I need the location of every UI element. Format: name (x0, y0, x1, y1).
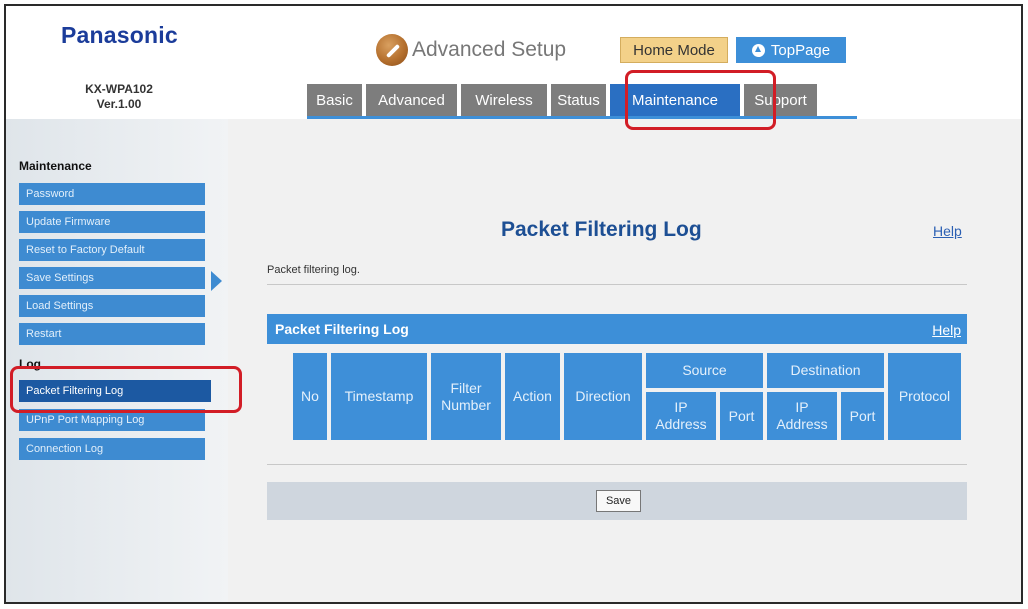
divider (267, 284, 967, 285)
play-arrow-icon (211, 271, 222, 291)
sidebar-heading-maintenance: Maintenance (19, 159, 92, 173)
tab-status[interactable]: Status (551, 84, 606, 116)
header: Panasonic KX-WPA102 Ver.1.00 Advanced Se… (6, 6, 1021, 119)
sidebar: Maintenance Password Update Firmware Res… (6, 119, 228, 602)
table-title: Packet Filtering Log (275, 321, 409, 337)
highlight-maintenance-tab (625, 70, 776, 130)
help-link[interactable]: Help (933, 223, 962, 239)
sidebar-item-restart[interactable]: Restart (19, 323, 205, 345)
sidebar-item-save-settings[interactable]: Save Settings (19, 267, 205, 289)
tab-basic[interactable]: Basic (307, 84, 362, 116)
model-name: KX-WPA102 (85, 82, 153, 96)
header-title: Advanced Setup (412, 38, 567, 61)
column-header-protocol: Protocol (888, 353, 961, 440)
sidebar-item-password[interactable]: Password (19, 183, 205, 205)
wrench-icon (376, 34, 408, 66)
column-header-source-port: Port (720, 392, 763, 440)
column-header-direction: Direction (564, 353, 642, 440)
save-button[interactable]: Save (596, 490, 641, 512)
sidebar-item-reset-factory-default[interactable]: Reset to Factory Default (19, 239, 205, 261)
sidebar-item-connection-log[interactable]: Connection Log (19, 438, 205, 460)
model-info: KX-WPA102 Ver.1.00 (64, 82, 174, 112)
column-header-filter-number: Filter Number (431, 353, 501, 440)
column-header-no: No (293, 353, 327, 440)
table-title-bar: Packet Filtering Log Help (267, 314, 967, 344)
column-header-destination: Destination (767, 353, 884, 388)
column-header-destination-ip: IP Address (767, 392, 837, 440)
brand-logo: Panasonic (61, 22, 178, 48)
table-help-link[interactable]: Help (932, 322, 961, 338)
page-heading: Advanced Setup (376, 33, 566, 67)
column-header-timestamp: Timestamp (331, 353, 427, 440)
column-header-source: Source (646, 353, 763, 388)
page-description: Packet filtering log. (267, 264, 360, 276)
screenshot-frame: Panasonic KX-WPA102 Ver.1.00 Advanced Se… (4, 4, 1023, 604)
top-page-label: TopPage (770, 41, 831, 59)
sidebar-item-load-settings[interactable]: Load Settings (19, 295, 205, 317)
page-title: Packet Filtering Log (501, 218, 702, 241)
home-mode-button[interactable]: Home Mode (620, 37, 728, 63)
firmware-version: Ver.1.00 (96, 97, 142, 111)
tab-advanced[interactable]: Advanced (366, 84, 457, 116)
up-arrow-icon (751, 43, 765, 57)
column-header-source-ip: IP Address (646, 392, 716, 440)
top-page-button[interactable]: TopPage (736, 37, 846, 63)
divider (267, 464, 967, 465)
column-header-action: Action (505, 353, 560, 440)
highlight-packet-filtering-log (10, 366, 242, 413)
sidebar-item-update-firmware[interactable]: Update Firmware (19, 211, 205, 233)
column-header-destination-port: Port (841, 392, 884, 440)
tab-wireless[interactable]: Wireless (461, 84, 547, 116)
